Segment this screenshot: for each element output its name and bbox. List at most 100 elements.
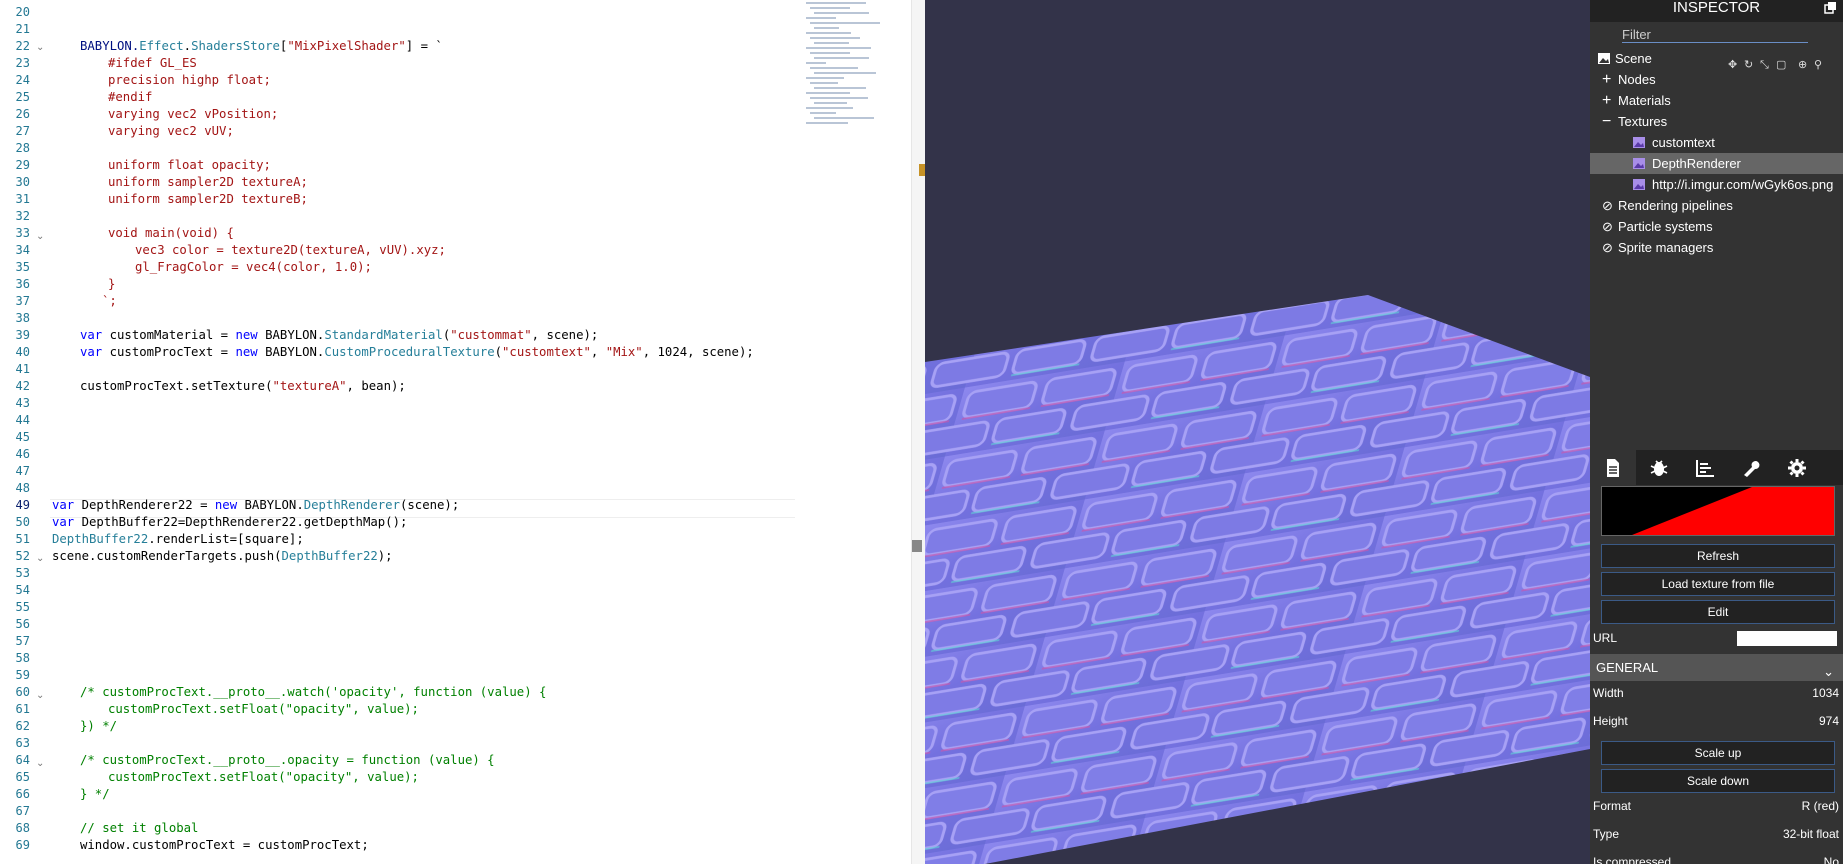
code-line[interactable]: } <box>108 276 115 293</box>
code-line[interactable]: uniform sampler2D textureA; <box>108 174 308 191</box>
expand-plus-icon[interactable]: + <box>1602 69 1611 90</box>
fold-chevron-icon[interactable]: ⌄ <box>36 755 46 769</box>
property-label: Type <box>1593 827 1620 841</box>
code-token: . <box>183 39 192 53</box>
filter-input[interactable]: Filter <box>1622 28 1808 43</box>
minimap-line <box>814 12 869 14</box>
code-line[interactable]: var customProcText = new BABYLON.CustomP… <box>80 344 754 361</box>
line-number: 49 <box>15 498 30 512</box>
property-value: 974 <box>1818 714 1839 728</box>
wrench-icon <box>1744 461 1760 477</box>
code-line[interactable]: uniform float opacity; <box>108 157 271 174</box>
height-property: Height 974 <box>1593 710 1839 732</box>
chevron-down-icon[interactable]: ⌄ <box>1823 658 1834 685</box>
code-line[interactable]: window.customProcText = customProcText; <box>80 837 369 854</box>
code-token: ] = ` <box>405 39 443 53</box>
tree-item-texture-customtext[interactable]: customtext <box>1590 132 1843 153</box>
code-line[interactable]: var DepthBuffer22=DepthRenderer22.getDep… <box>52 514 407 531</box>
tree-label: Scene <box>1615 51 1652 66</box>
scale-up-button[interactable]: Scale up <box>1601 741 1835 765</box>
tree-item-texture-depthrenderer[interactable]: DepthRenderer <box>1590 153 1843 174</box>
tab-statistics[interactable] <box>1682 450 1728 485</box>
code-line[interactable]: customProcText.setTexture("textureA", be… <box>80 378 406 395</box>
code-token: DepthBuffer22=DepthRenderer22.getDepthMa… <box>74 515 408 529</box>
line-number: 40 <box>15 345 30 359</box>
code-line[interactable]: customProcText.setFloat("opacity", value… <box>108 701 419 718</box>
collapse-minus-icon[interactable]: − <box>1602 111 1611 132</box>
expand-plus-icon[interactable]: + <box>1602 90 1611 111</box>
tree-label: Materials <box>1618 93 1671 108</box>
minimap-line <box>810 67 858 69</box>
code-line[interactable]: var customMaterial = new BABYLON.Standar… <box>80 327 598 344</box>
code-line[interactable]: `; <box>102 293 117 310</box>
scale-down-button[interactable]: Scale down <box>1601 769 1835 793</box>
code-line[interactable]: #ifdef GL_ES <box>108 55 197 72</box>
minimap-line <box>810 7 850 9</box>
minimap-line <box>810 22 880 24</box>
code-line[interactable]: uniform sampler2D textureB; <box>108 191 308 208</box>
texture-icon <box>1633 137 1645 148</box>
fold-chevron-icon[interactable]: ⌄ <box>36 687 46 701</box>
edit-button[interactable]: Edit <box>1601 600 1835 624</box>
line-number: 21 <box>15 22 30 36</box>
texture-icon <box>1633 179 1645 190</box>
fold-chevron-icon[interactable]: ⌄ <box>36 39 46 53</box>
code-line[interactable]: /* customProcText.__proto__.watch('opaci… <box>80 684 546 701</box>
code-line[interactable]: var DepthRenderer22 = new BABYLON.DepthR… <box>52 497 459 514</box>
code-editor[interactable]: 20 21 22 23 24 25 26 27 28 29 30 31 32 33 34 35 36 37 38 39… <box>0 0 925 864</box>
code-line[interactable]: gl_FragColor = vec4(color, 1.0); <box>135 259 372 276</box>
code-token: ShadersStore <box>191 39 280 53</box>
code-line[interactable]: varying vec2 vPosition; <box>108 106 278 123</box>
tab-tools[interactable] <box>1728 450 1774 485</box>
code-line[interactable]: customProcText.setFloat("opacity", value… <box>108 769 419 786</box>
minimap-line <box>814 117 874 119</box>
property-value: R (red) <box>1801 799 1839 813</box>
code-line[interactable]: }) */ <box>80 718 117 735</box>
tree-item-sprite-managers[interactable]: ⊘ Sprite managers <box>1590 237 1843 258</box>
url-input[interactable] <box>1737 631 1837 646</box>
tree-label: http://i.imgur.com/wGyk6os.png <box>1652 177 1834 192</box>
minimap-line <box>814 87 866 89</box>
code-minimap[interactable] <box>806 0 911 150</box>
code-token: scene.customRenderTargets.push( <box>52 549 282 563</box>
tree-item-rendering-pipelines[interactable]: ⊘ Rendering pipelines <box>1590 195 1843 216</box>
general-section-header[interactable]: GENERAL ⌄ <box>1590 654 1843 681</box>
code-token: DepthRenderer22 = <box>74 498 215 512</box>
code-token: new <box>214 498 238 512</box>
tree-item-textures[interactable]: − Textures <box>1590 111 1843 132</box>
image-icon <box>1598 53 1610 64</box>
tree-item-nodes[interactable]: + Nodes <box>1590 69 1843 90</box>
line-number: 23 <box>15 56 30 70</box>
fold-chevron-icon[interactable]: ⌄ <box>36 228 46 242</box>
property-label: Width <box>1593 686 1624 700</box>
tree-item-texture-url[interactable]: http://i.imgur.com/wGyk6os.png <box>1590 174 1843 195</box>
tree-item-scene[interactable]: Scene ✥ ↻ ⤡ ▢ ⊕ ⚲ <box>1590 48 1843 71</box>
editor-scrollbar[interactable] <box>911 0 925 864</box>
code-line[interactable]: scene.customRenderTargets.push(DepthBuff… <box>52 548 393 565</box>
tree-item-materials[interactable]: + Materials <box>1590 90 1843 111</box>
tab-debug[interactable] <box>1636 450 1682 485</box>
code-line[interactable]: } */ <box>80 786 110 803</box>
code-line[interactable]: vec3 color = texture2D(textureA, vUV).xy… <box>135 242 446 259</box>
tree-item-particle-systems[interactable]: ⊘ Particle systems <box>1590 216 1843 237</box>
ground-plane-render <box>925 295 1590 864</box>
line-number: 64 <box>15 753 30 767</box>
code-line[interactable]: BABYLON.Effect.ShadersStore["MixPixelSha… <box>80 38 443 55</box>
tab-settings[interactable] <box>1774 450 1820 485</box>
code-line[interactable]: DepthBuffer22.renderList=[square]; <box>52 531 304 548</box>
code-line[interactable]: precision highp float; <box>108 72 271 89</box>
refresh-button[interactable]: Refresh <box>1601 544 1835 568</box>
tab-properties[interactable] <box>1590 450 1636 485</box>
code-line[interactable]: #endif <box>108 89 152 106</box>
type-property: Type 32-bit float <box>1593 823 1839 845</box>
code-line[interactable]: // set it global <box>80 820 198 837</box>
popout-icon[interactable] <box>1824 1 1837 14</box>
inspector-tab-bar <box>1590 450 1843 485</box>
code-line[interactable]: /* customProcText.__proto__.opacity = fu… <box>80 752 495 769</box>
line-number: 58 <box>15 651 30 665</box>
fold-chevron-icon[interactable]: ⌄ <box>36 550 46 564</box>
code-line[interactable]: varying vec2 vUV; <box>108 123 234 140</box>
render-viewport[interactable] <box>925 0 1590 864</box>
code-line[interactable]: void main(void) { <box>108 225 234 242</box>
load-texture-button[interactable]: Load texture from file <box>1601 572 1835 596</box>
